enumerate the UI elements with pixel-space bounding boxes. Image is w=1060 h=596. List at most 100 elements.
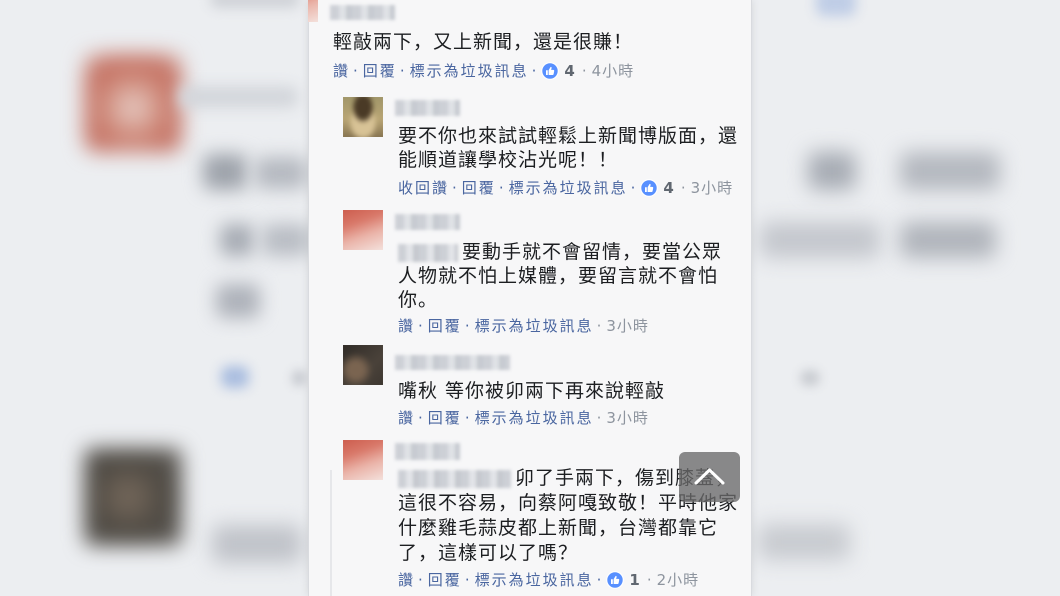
comment-line: 要動手就不會留情，要當公眾: [398, 240, 722, 264]
mark-as-spam-link[interactable]: 標示為垃圾訊息: [475, 408, 594, 428]
blurred-background-shape: [220, 224, 254, 256]
like-reaction-icon: [541, 62, 560, 80]
separator: ·: [596, 571, 602, 589]
separator: ·: [452, 179, 457, 197]
comment-text: 能順道讓學校沾光呢！！: [398, 149, 619, 171]
comment-actions: 讚 · 回覆 · 標示為垃圾訊息 · 4 · 4小時: [333, 61, 634, 81]
separator: ·: [399, 62, 405, 80]
reply-link[interactable]: 回覆: [363, 61, 397, 81]
avatar-image: [343, 210, 383, 250]
blurred-background-shape: [216, 284, 260, 318]
separator: ·: [680, 179, 686, 197]
reply-comment: 嘴秋 等你被卯兩下再來說輕敲 讚 · 回覆 · 標示為垃圾訊息 · 3小時: [343, 345, 752, 430]
separator: ·: [464, 571, 470, 589]
comment-body: 要動手就不會留情，要當公眾 人物就不怕上媒體，要留言就不會怕 你。: [398, 240, 722, 312]
unlike-link[interactable]: 收回讚: [398, 178, 449, 198]
separator: ·: [531, 62, 537, 80]
comment-text: 了，這樣可以了嗎？: [398, 542, 579, 564]
comment-actions: 讚 · 回覆 · 標示為垃圾訊息 · 1 · 2小時: [398, 570, 699, 590]
mark-as-spam-link[interactable]: 標示為垃圾訊息: [410, 61, 529, 81]
comment-body: 要不你也來試試輕鬆上新聞博版面，還 能順道讓學校沾光呢！！: [398, 124, 738, 172]
blurred-background-shape: [84, 448, 182, 546]
commenter-avatar[interactable]: [343, 210, 383, 250]
separator: ·: [464, 317, 470, 335]
comment-actions: 讚 · 回覆 · 標示為垃圾訊息 · 3小時: [398, 316, 649, 336]
blurred-background-shape: [760, 222, 880, 258]
separator: ·: [581, 62, 587, 80]
comment-thread: 輕敲兩下，又上新聞，還是很賺！ 讚 · 回覆 · 標示為垃圾訊息 · 4 · 4…: [308, 0, 752, 596]
scroll-to-top-button[interactable]: [679, 452, 740, 502]
reaction-summary[interactable]: 1: [606, 570, 643, 590]
reply-link[interactable]: 回覆: [428, 316, 462, 336]
timestamp: 3小時: [606, 317, 649, 335]
reply-comment: 要不你也來試試輕鬆上新聞博版面，還 能順道讓學校沾光呢！！ 收回讚 · 回覆 ·…: [343, 97, 752, 202]
reply-link[interactable]: 回覆: [428, 408, 462, 428]
separator: ·: [353, 62, 358, 80]
like-link[interactable]: 讚: [398, 408, 415, 428]
blurred-background-shape: [212, 525, 302, 563]
commenter-avatar[interactable]: [308, 0, 318, 22]
chevron-up-icon: [694, 468, 725, 485]
mark-as-spam-link[interactable]: 標示為垃圾訊息: [475, 570, 594, 590]
comment-body: 輕敲兩下，又上新聞，還是很賺！: [333, 30, 633, 54]
reaction-summary[interactable]: 4: [640, 178, 677, 198]
comment-body: 嘴秋 等你被卯兩下再來說輕敲: [398, 379, 665, 403]
avatar-image: [343, 345, 383, 385]
commenter-avatar[interactable]: [343, 97, 383, 137]
separator: ·: [418, 409, 423, 427]
blurred-tagged-user[interactable]: [398, 243, 458, 262]
like-link[interactable]: 讚: [398, 316, 415, 336]
blurred-background-shape: [816, 0, 856, 16]
reply-link[interactable]: 回覆: [462, 178, 496, 198]
blurred-commenter-name[interactable]: [330, 5, 395, 20]
reply-link[interactable]: 回覆: [428, 570, 462, 590]
separator: ·: [630, 179, 636, 197]
comment-actions: 讚 · 回覆 · 標示為垃圾訊息 · 3小時: [398, 408, 649, 428]
like-reaction-icon: [606, 571, 625, 589]
timestamp: 3小時: [690, 179, 734, 197]
separator: ·: [418, 571, 423, 589]
timestamp: 4小時: [591, 62, 635, 80]
blurred-commenter-name[interactable]: [395, 443, 460, 460]
blurred-background-shape: [210, 0, 300, 8]
comment-text: 你。: [398, 289, 439, 311]
blurred-background-shape: [203, 154, 247, 190]
separator: ·: [498, 179, 504, 197]
reaction-count: 1: [629, 571, 640, 589]
blurred-background-shape: [808, 152, 856, 190]
like-link[interactable]: 讚: [333, 61, 350, 81]
blurred-background-shape: [262, 224, 310, 256]
comment-actions: 收回讚 · 回覆 · 標示為垃圾訊息 · 4 · 3小時: [398, 178, 733, 198]
blurred-background-shape: [800, 370, 820, 386]
blurred-background-shape: [900, 152, 1000, 190]
comment-text: 要不你也來試試輕鬆上新聞博版面，還: [398, 125, 739, 147]
blurred-background-shape: [255, 157, 307, 189]
avatar-image: [343, 97, 383, 137]
commenter-avatar[interactable]: [343, 440, 383, 480]
comment-text: 什麼雞毛蒜皮都上新聞，台灣都靠它: [398, 517, 719, 539]
blurred-commenter-name[interactable]: [395, 355, 510, 370]
like-link[interactable]: 讚: [398, 570, 415, 590]
blurred-background-shape: [758, 524, 850, 560]
blurred-background-shape: [221, 366, 249, 388]
separator: ·: [418, 317, 423, 335]
blurred-background-shape: [900, 222, 996, 258]
reaction-count: 4: [564, 62, 575, 80]
timestamp: 2小時: [656, 571, 700, 589]
reply-comment: 要動手就不會留情，要當公眾 人物就不怕上媒體，要留言就不會怕 你。 讚 · 回覆…: [343, 210, 752, 340]
comment-text: 人物就不怕上媒體，要留言就不會怕: [398, 265, 719, 287]
blurred-commenter-name[interactable]: [395, 100, 460, 116]
blurred-background-shape: [178, 86, 298, 108]
avatar-image: [343, 440, 383, 480]
like-reaction-icon: [640, 179, 659, 197]
mark-as-spam-link[interactable]: 標示為垃圾訊息: [475, 316, 594, 336]
separator: ·: [596, 409, 602, 427]
comment-text: 嘴秋 等你被卯兩下再來說輕敲: [398, 380, 666, 402]
comment-text: 要動手就不會留情，要當公眾: [462, 241, 723, 263]
reaction-summary[interactable]: 4: [541, 61, 578, 81]
commenter-avatar[interactable]: [343, 345, 383, 385]
separator: ·: [464, 409, 470, 427]
blurred-tagged-user[interactable]: [398, 469, 511, 488]
blurred-commenter-name[interactable]: [395, 214, 460, 230]
mark-as-spam-link[interactable]: 標示為垃圾訊息: [509, 178, 628, 198]
